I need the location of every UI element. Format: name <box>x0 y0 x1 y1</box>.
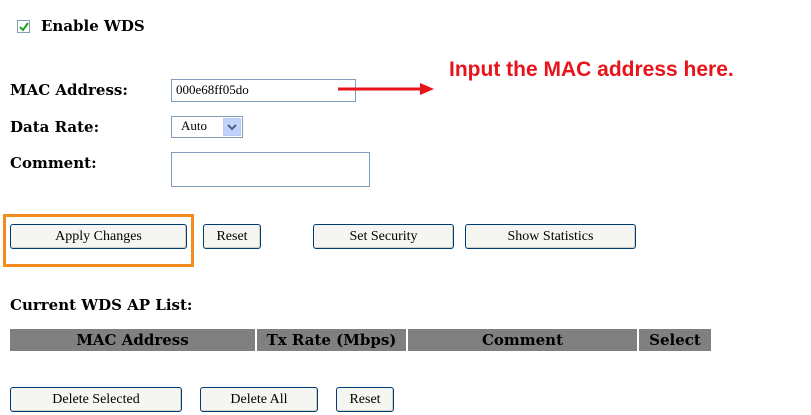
col-header-mac: MAC Address <box>10 329 255 351</box>
col-header-select: Select <box>639 329 711 351</box>
chevron-down-icon[interactable] <box>223 118 241 136</box>
mac-address-label: MAC Address: <box>10 81 128 99</box>
apply-changes-button[interactable]: Apply Changes <box>10 224 187 249</box>
ap-list-title: Current WDS AP List: <box>10 296 193 314</box>
col-header-tx-rate: Tx Rate (Mbps) <box>257 329 406 351</box>
arrow-icon <box>338 83 434 95</box>
reset-button[interactable]: Reset <box>203 224 261 249</box>
data-rate-value: Auto <box>181 118 207 133</box>
enable-wds-checkbox[interactable] <box>17 20 30 33</box>
reset-list-button[interactable]: Reset <box>336 387 394 412</box>
data-rate-select[interactable]: Auto <box>171 116 243 138</box>
enable-wds-label: Enable WDS <box>41 17 145 35</box>
mac-address-input[interactable]: 000e68ff05do <box>171 79 356 102</box>
annotation-text: Input the MAC address here. <box>449 58 734 81</box>
data-rate-label: Data Rate: <box>10 118 100 136</box>
col-header-comment: Comment <box>408 329 637 351</box>
delete-selected-button[interactable]: Delete Selected <box>10 387 182 412</box>
set-security-button[interactable]: Set Security <box>313 224 454 249</box>
show-statistics-button[interactable]: Show Statistics <box>465 224 636 249</box>
checkmark-icon <box>19 22 29 32</box>
comment-input[interactable] <box>171 152 370 187</box>
comment-label: Comment: <box>10 154 97 172</box>
delete-all-button[interactable]: Delete All <box>200 387 318 412</box>
